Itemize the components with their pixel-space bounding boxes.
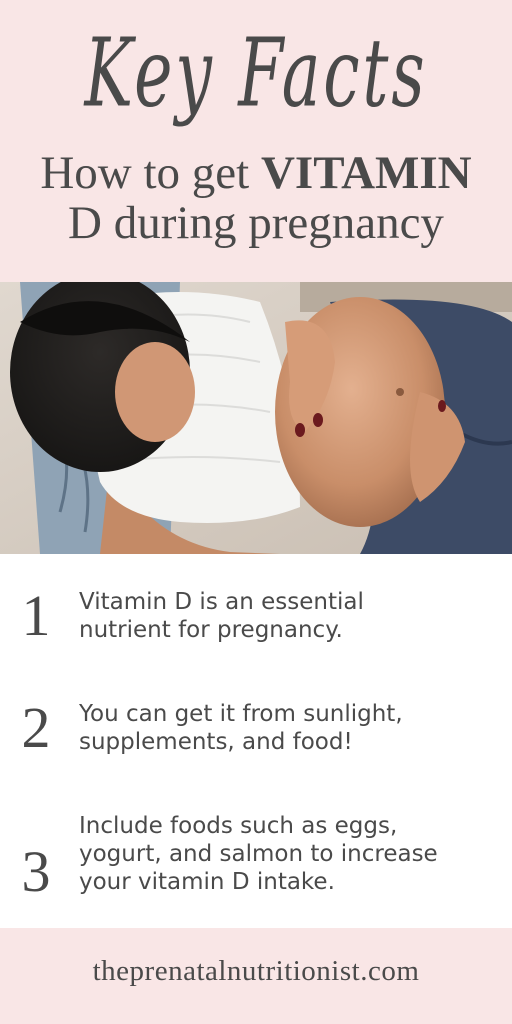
facts-list: 1 Vitamin D is an essential nutrient for… [0,554,512,926]
fact-text: You can get it from sunlight, supplement… [79,700,499,756]
script-title: Key Facts [84,18,428,129]
subtitle-normal: How to get [40,147,261,199]
subtitle-bold: VITAMIN [260,147,472,199]
fact-line: your vitamin D intake. [79,869,335,895]
fact-line: You can get it from sunlight, [79,701,403,727]
fact-number: 1 [21,583,51,648]
fact-line: Vitamin D is an essential [79,589,364,615]
fact-line: supplements, and food! [79,729,353,755]
fact-text: Vitamin D is an essential nutrient for p… [79,588,499,644]
fact-text: Include foods such as eggs, yogurt, and … [79,812,499,896]
fact-line: Include foods such as eggs, [79,813,398,839]
header-band: Key Facts How to get VITAMIN D during pr… [0,0,512,282]
website-link[interactable]: theprenatalnutritionist.com [0,955,512,988]
subtitle-line2: D during pregnancy [68,197,444,249]
fact-line: nutrient for pregnancy. [79,617,343,643]
pregnancy-photo [0,282,512,554]
fact-number: 2 [21,695,51,760]
footer-band: theprenatalnutritionist.com [0,928,512,1024]
page-title: How to get VITAMIN D during pregnancy [0,148,512,248]
fact-line: yogurt, and salmon to increase [79,841,438,867]
pregnant-woman-illustration [0,282,512,554]
fact-number: 3 [21,839,51,904]
